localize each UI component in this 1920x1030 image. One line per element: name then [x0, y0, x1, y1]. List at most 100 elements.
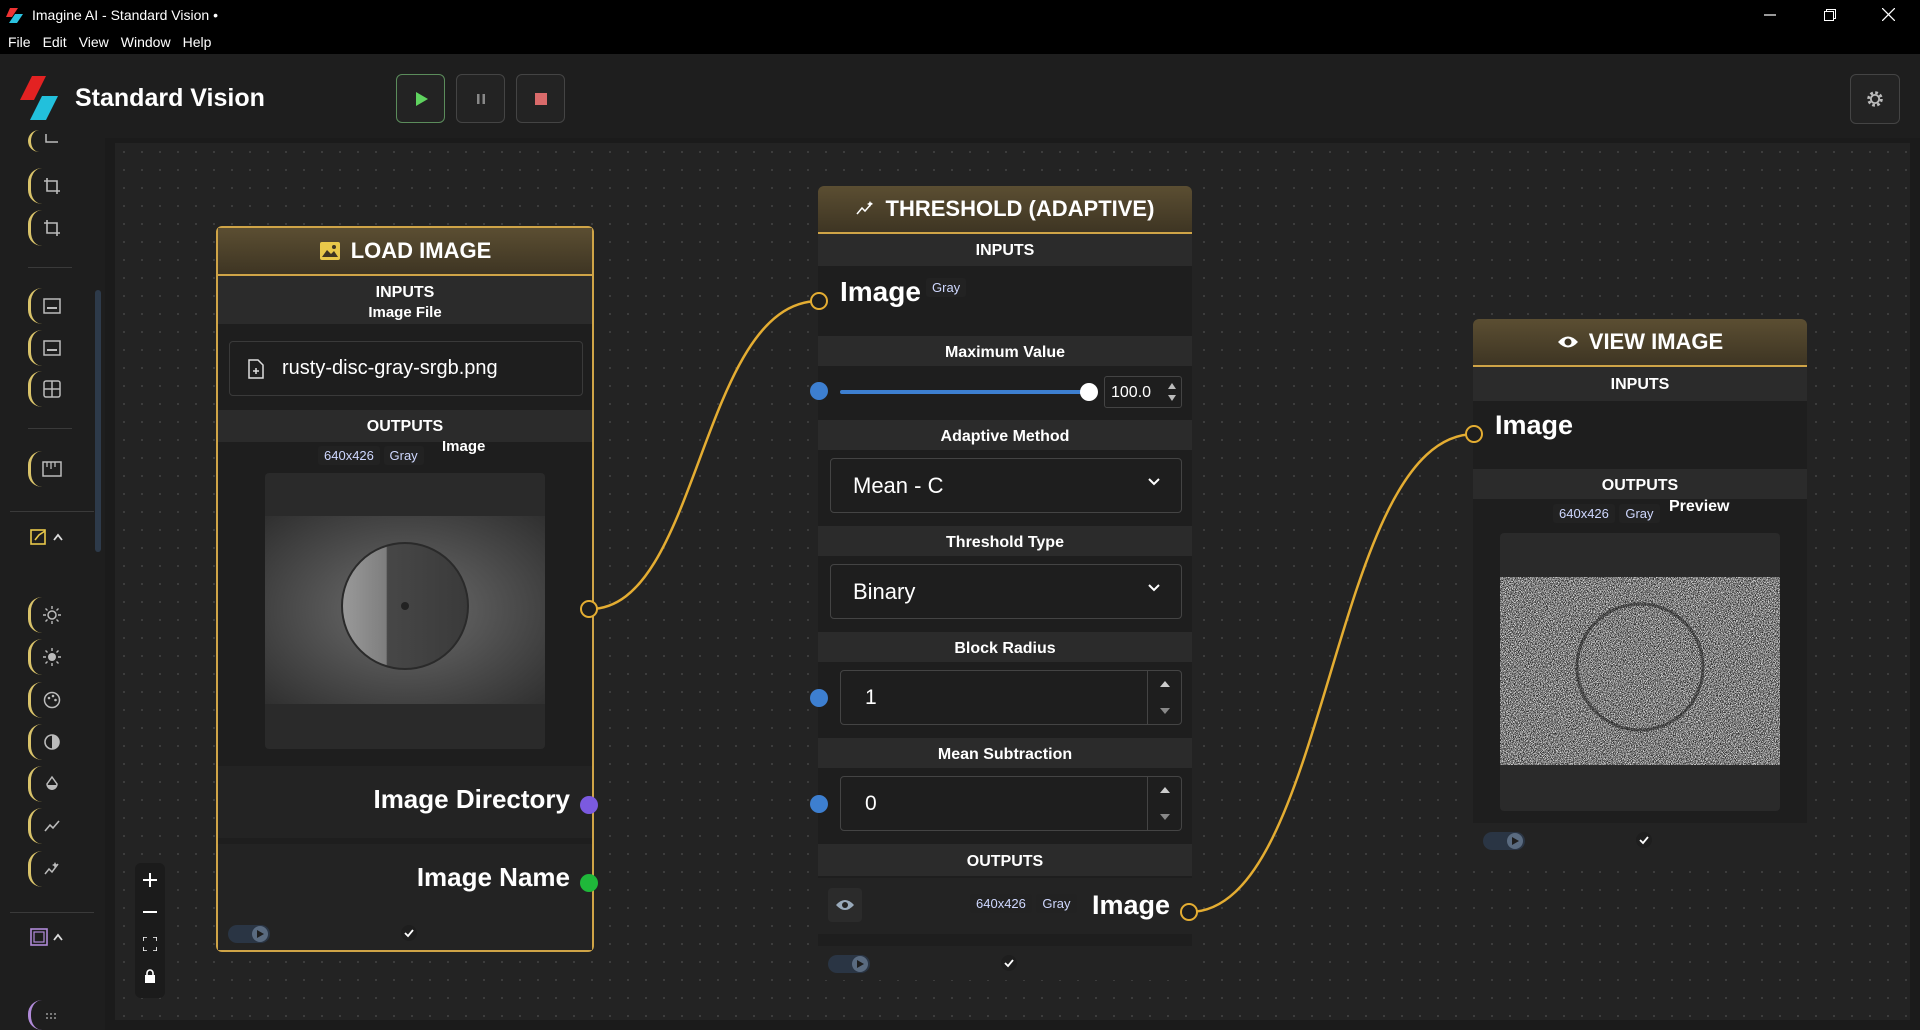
slider-thumb[interactable] [1080, 383, 1098, 401]
preview-toggle-button[interactable] [828, 888, 862, 922]
image-name-output-port[interactable] [580, 874, 598, 892]
maximum-value-port[interactable] [810, 382, 828, 400]
spinner-icon[interactable] [1147, 671, 1181, 724]
resolution-badge: 640x426 [970, 894, 1032, 913]
zoom-out-button[interactable] [135, 897, 165, 927]
image-directory-row: Image Directory [218, 766, 592, 838]
image-output-label: Image [442, 438, 486, 455]
rusty-disc-thumbnail [265, 516, 545, 704]
play-icon [257, 930, 264, 938]
maximum-value-slider[interactable] [840, 390, 1095, 394]
preview-image-frame [1500, 533, 1780, 811]
image-output-row: 640x426 Gray Image [818, 878, 1192, 934]
block-radius-input[interactable]: 1 [840, 670, 1182, 725]
maximum-value-label: Maximum Value [818, 336, 1192, 366]
outputs-label: OUTPUTS [218, 410, 592, 442]
image-meta: 640x426 Gray [318, 446, 424, 465]
plus-icon [143, 873, 157, 887]
image-file-label: Image File [368, 304, 442, 321]
lock-button[interactable] [135, 961, 165, 991]
block-radius-value: 1 [865, 685, 877, 709]
spinner-icon[interactable] [1147, 777, 1181, 830]
file-icon [248, 358, 264, 379]
connection-load-to-threshold [589, 299, 820, 611]
preview-toggle[interactable] [1483, 832, 1525, 850]
threshold-image-output-port[interactable] [1180, 903, 1198, 921]
image-thumbnail-frame [265, 473, 545, 749]
chevron-down-icon [1148, 478, 1160, 486]
preview-toggle[interactable] [228, 925, 270, 943]
threshold-preview-image [1500, 577, 1780, 765]
resolution-badge: 640x426 [1553, 504, 1615, 523]
mean-subtraction-label: Mean Subtraction [818, 738, 1192, 768]
inputs-label: INPUTS [375, 284, 435, 301]
adaptive-method-label: Adaptive Method [818, 420, 1192, 450]
view-image-header[interactable]: VIEW IMAGE [1473, 319, 1807, 367]
mode-badge: Gray [1036, 894, 1077, 913]
image-directory-label: Image Directory [373, 784, 570, 814]
threshold-type-value: Binary [853, 578, 916, 604]
connection-threshold-to-view [1188, 432, 1476, 914]
inputs-section: INPUTS Image File [218, 276, 592, 324]
image-name-row: Image Name [218, 844, 592, 916]
image-input-label: Image [1495, 410, 1574, 440]
preview-meta: 640x426 Gray [1553, 504, 1660, 523]
inputs-label: INPUTS [1473, 367, 1807, 401]
node-title: LOAD IMAGE [350, 238, 492, 263]
outputs-label: OUTPUTS [1473, 469, 1807, 499]
mean-subtraction-value: 0 [865, 791, 877, 815]
node-footer [818, 946, 1192, 980]
load-image-node[interactable]: LOAD IMAGE INPUTS Image File rusty-disc-… [216, 226, 594, 952]
image-directory-output-port[interactable] [580, 796, 598, 814]
maximum-value: 100.0 [1111, 384, 1152, 401]
play-icon [857, 960, 864, 968]
node-title: VIEW IMAGE [1588, 329, 1724, 354]
file-picker[interactable]: rusty-disc-gray-srgb.png [229, 341, 583, 396]
spinner-icon[interactable] [1167, 381, 1177, 403]
image-input-meta: Gray [926, 278, 967, 297]
node-footer [218, 916, 592, 950]
threshold-icon [855, 201, 873, 215]
chevron-down-icon [1148, 584, 1160, 592]
file-name: rusty-disc-gray-srgb.png [282, 357, 498, 379]
preview-label: Preview [1669, 498, 1730, 515]
minus-icon [143, 911, 157, 913]
mode-badge: Gray [383, 446, 424, 465]
image-input-label: Image [840, 276, 921, 307]
threshold-type-label: Threshold Type [818, 526, 1192, 556]
threshold-image-input-port[interactable] [810, 292, 828, 310]
eye-icon [1557, 336, 1578, 348]
threshold-adaptive-node[interactable]: THRESHOLD (ADAPTIVE) INPUTS Image Gray M… [818, 186, 1192, 980]
fit-view-button[interactable] [135, 929, 165, 959]
block-radius-port[interactable] [810, 689, 828, 707]
mode-badge: Gray [1619, 504, 1660, 523]
node-footer [1473, 823, 1807, 857]
block-radius-label: Block Radius [818, 632, 1192, 662]
threshold-type-select[interactable]: Binary [830, 564, 1182, 619]
node-title: THRESHOLD (ADAPTIVE) [885, 196, 1155, 221]
image-name-label: Image Name [416, 862, 570, 892]
maximum-value-input[interactable]: 100.0 [1104, 376, 1182, 408]
mean-subtraction-input[interactable]: 0 [840, 776, 1182, 831]
threshold-header[interactable]: THRESHOLD (ADAPTIVE) [818, 186, 1192, 234]
resolution-badge: 640x426 [318, 446, 380, 465]
check-icon[interactable] [401, 925, 417, 941]
lock-icon [145, 969, 155, 983]
image-output-meta: 640x426 Gray [970, 894, 1077, 913]
load-image-output-port[interactable] [580, 600, 598, 618]
mean-subtraction-port[interactable] [810, 795, 828, 813]
outputs-label: OUTPUTS [818, 844, 1192, 876]
zoom-in-button[interactable] [135, 865, 165, 895]
inputs-label: INPUTS [818, 234, 1192, 266]
adaptive-method-select[interactable]: Mean - C [830, 458, 1182, 513]
check-icon[interactable] [1001, 955, 1017, 971]
view-image-input-port[interactable] [1465, 425, 1483, 443]
preview-toggle[interactable] [828, 955, 870, 973]
adaptive-method-value: Mean - C [853, 472, 944, 498]
image-output-label: Image [1091, 890, 1170, 920]
view-image-node[interactable]: VIEW IMAGE INPUTS Image OUTPUTS 640x426 … [1473, 319, 1807, 857]
check-icon[interactable] [1636, 832, 1652, 848]
load-image-header[interactable]: LOAD IMAGE [218, 228, 592, 276]
mode-badge: Gray [926, 278, 967, 297]
play-icon [1512, 837, 1519, 845]
